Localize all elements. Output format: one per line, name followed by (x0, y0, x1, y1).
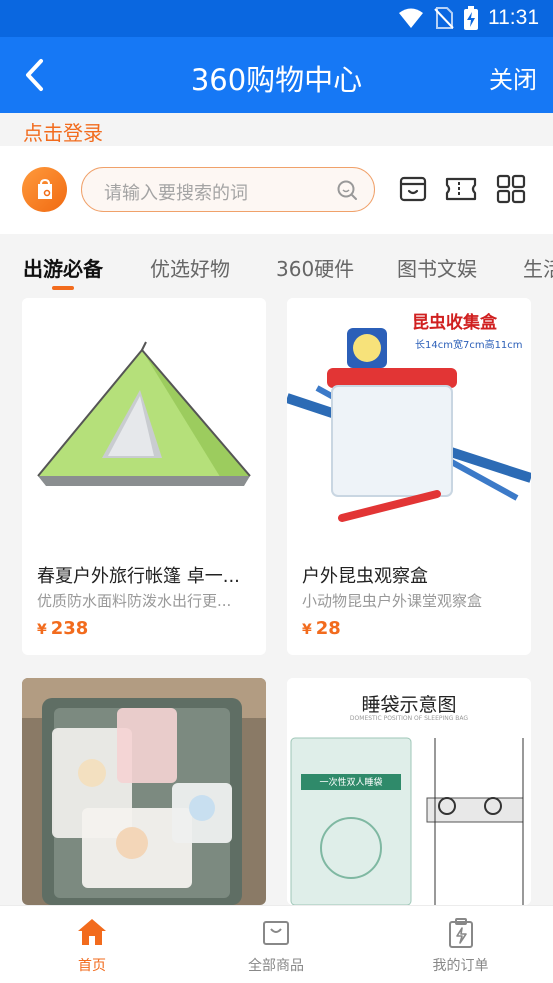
nav-all-products[interactable]: 全部商品 (184, 906, 368, 983)
nav-label: 首页 (78, 958, 106, 974)
tab-outdoor[interactable]: 出游必备 (23, 253, 103, 282)
grid-icon (496, 174, 526, 204)
categories-button[interactable] (494, 172, 528, 206)
shop-logo[interactable] (22, 167, 67, 212)
category-tabs: 出游必备 优选好物 360硬件 图书文娱 生活 (0, 234, 553, 296)
product-price: ¥238 (37, 618, 88, 639)
tab-books[interactable]: 图书文娱 (397, 253, 477, 282)
nav-label: 全部商品 (248, 958, 304, 974)
product-card[interactable]: 春夏户外旅行帐篷 卓一... 优质防水面料防泼水出行更... ¥238 (22, 298, 266, 655)
status-time: 11:31 (488, 6, 539, 29)
product-card[interactable]: 昆虫收集盒 长14cm宽7cm高11cm 户外昆虫观察盒 小动物昆虫户外课堂观察… (287, 298, 531, 655)
product-image-sleeping-bag: 睡袋示意图 DOMESTIC POSITION OF SLEEPING BAG … (287, 678, 531, 905)
status-bar: 11:31 (0, 0, 553, 37)
currency-symbol: ¥ (37, 622, 47, 638)
image-heading: 昆虫收集盒 (412, 313, 497, 333)
product-price: ¥28 (302, 618, 341, 639)
product-image-travel-bags (22, 678, 266, 905)
shopping-bag-icon (37, 178, 52, 199)
battery-charging-icon (464, 6, 478, 30)
price-value: 28 (315, 618, 341, 639)
product-image-insect-box: 昆虫收集盒 长14cm宽7cm高11cm (287, 298, 531, 542)
search-icon[interactable] (336, 179, 358, 201)
tab-selected-goods[interactable]: 优选好物 (150, 253, 230, 282)
image-dimensions: 长14cm宽7cm高11cm (415, 340, 523, 351)
search-placeholder: 请输入要搜索的词 (104, 183, 248, 204)
image-caption: DOMESTIC POSITION OF SLEEPING BAG (349, 715, 469, 722)
product-title: 户外昆虫观察盒 (302, 566, 428, 587)
product-card[interactable] (22, 678, 266, 905)
product-title: 春夏户外旅行帐篷 卓一... (37, 566, 240, 587)
product-subtitle: 优质防水面料防泼水出行更... (37, 592, 232, 610)
order-clipboard-icon (448, 918, 473, 948)
product-subtitle: 小动物昆虫户外课堂观察盒 (302, 592, 483, 610)
tab-indicator (52, 286, 74, 290)
ticket-icon (445, 177, 477, 201)
app-bar: 360购物中心 关闭 (0, 37, 553, 113)
coupon-button[interactable] (444, 172, 478, 206)
home-icon (78, 919, 106, 945)
search-input[interactable]: 请输入要搜索的词 (81, 167, 375, 212)
bottom-nav: 首页 全部商品 我的订单 (0, 905, 553, 983)
close-button[interactable]: 关闭 (489, 60, 537, 95)
currency-symbol: ¥ (302, 622, 312, 638)
nav-my-orders[interactable]: 我的订单 (368, 906, 553, 983)
wallet-button[interactable] (396, 172, 430, 206)
shopping-bag-icon (263, 921, 289, 945)
tab-360-hardware[interactable]: 360硬件 (276, 253, 354, 282)
page-title: 360购物中心 (190, 63, 363, 97)
product-image-tent (22, 298, 266, 542)
nav-label: 我的订单 (432, 958, 489, 974)
image-heading: 睡袋示意图 (361, 694, 457, 716)
login-link[interactable]: 点击登录 (23, 117, 103, 146)
login-strip: 点击登录 (0, 113, 553, 146)
search-row: 请输入要搜索的词 (0, 146, 553, 234)
wifi-icon (399, 8, 423, 28)
product-card[interactable]: 睡袋示意图 DOMESTIC POSITION OF SLEEPING BAG … (287, 678, 531, 905)
package-label: 一次性双人睡袋 (319, 778, 383, 788)
wallet-icon (399, 176, 427, 202)
tab-life[interactable]: 生活 (523, 253, 553, 282)
no-sim-icon (434, 7, 454, 29)
nav-home[interactable]: 首页 (0, 906, 184, 983)
price-value: 238 (50, 618, 89, 639)
